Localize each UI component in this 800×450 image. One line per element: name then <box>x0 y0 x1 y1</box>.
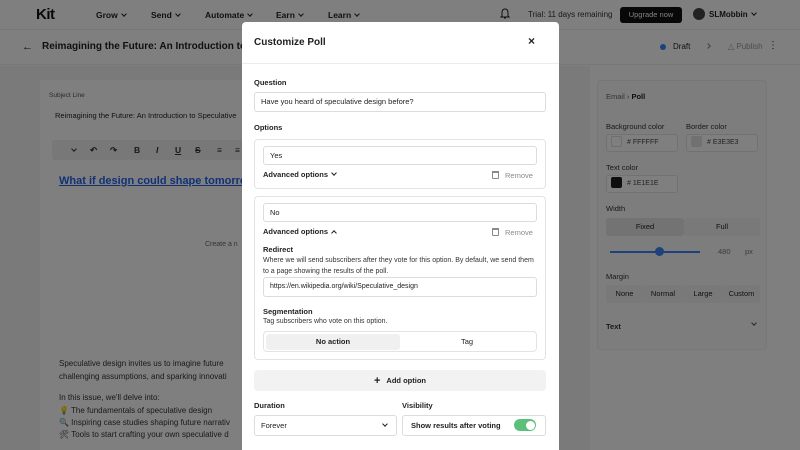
chevron-down-icon <box>331 170 337 176</box>
question-input[interactable]: Have you heard of speculative design bef… <box>254 92 546 112</box>
segmentation-hint: Tag subscribers who vote on this option. <box>263 318 388 325</box>
close-icon[interactable]: × <box>528 35 535 47</box>
advanced-options-toggle[interactable]: Advanced options <box>263 170 337 179</box>
question-label: Question <box>254 78 287 87</box>
redirect-hint: Where we will send subscribers after the… <box>263 257 534 275</box>
redirect-url-input[interactable]: https://en.wikipedia.org/wiki/Speculativ… <box>263 277 537 297</box>
duration-label: Duration <box>254 401 285 410</box>
remove-option-button[interactable]: Remove <box>492 170 533 180</box>
visibility-label: Visibility <box>402 401 433 410</box>
plus-icon: + <box>373 375 381 387</box>
option-input-no[interactable]: No <box>263 203 537 222</box>
no-action-option[interactable]: No action <box>266 334 400 350</box>
advanced-options-toggle[interactable]: Advanced options <box>263 227 337 236</box>
redirect-label: Redirect <box>263 245 294 254</box>
duration-select[interactable]: Forever <box>254 415 397 436</box>
segmentation-label: Segmentation <box>263 307 313 316</box>
toggle-knob <box>525 420 535 430</box>
modal-title: Customize Poll <box>254 37 326 48</box>
segmentation-toggle: No action Tag <box>263 331 537 352</box>
chevron-up-icon <box>331 230 337 236</box>
options-label: Options <box>254 123 283 132</box>
tag-option[interactable]: Tag <box>400 334 534 350</box>
trash-icon <box>492 228 499 236</box>
add-option-button[interactable]: + Add option <box>254 370 546 391</box>
option-input-yes[interactable]: Yes <box>263 146 537 165</box>
remove-option-button[interactable]: Remove <box>492 227 533 237</box>
trash-icon <box>492 171 499 179</box>
chevron-down-icon <box>382 421 388 427</box>
divider <box>242 63 559 64</box>
show-results-toggle[interactable] <box>514 419 536 431</box>
